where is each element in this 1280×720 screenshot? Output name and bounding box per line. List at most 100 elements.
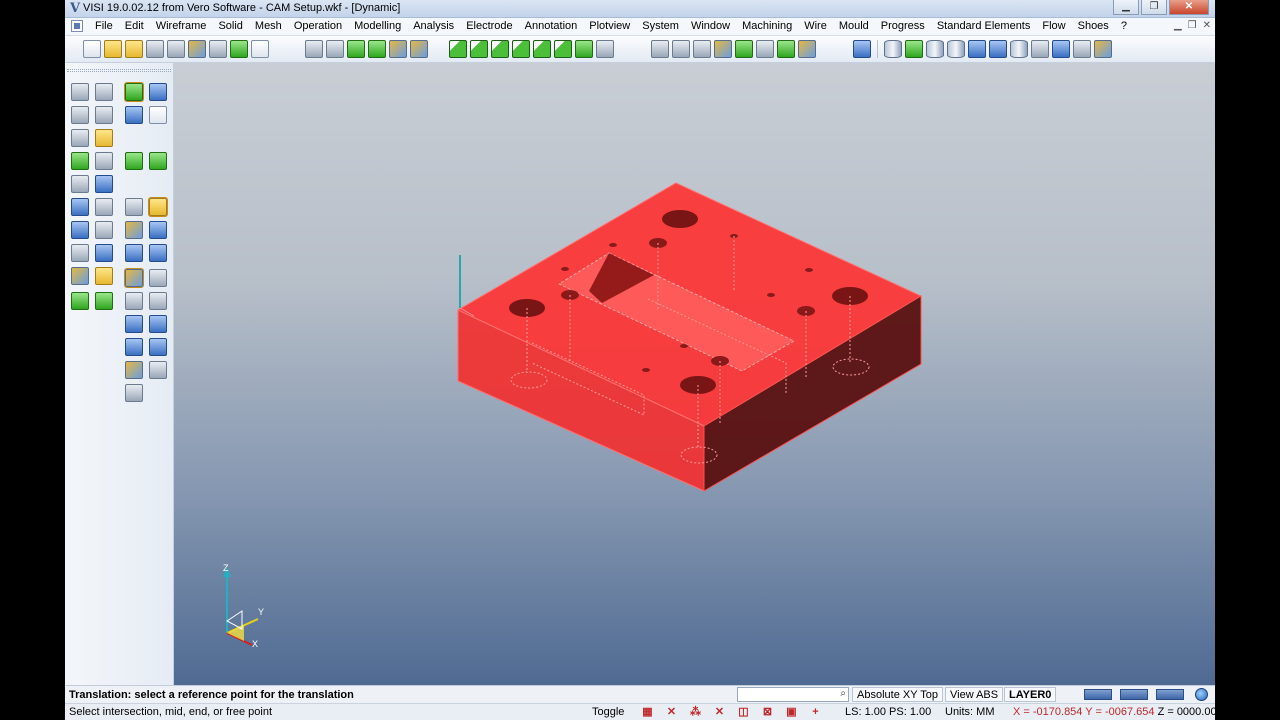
end-point-icon[interactable] <box>149 292 167 310</box>
menu-machining[interactable]: Machining <box>736 20 798 32</box>
doc-minimize-button[interactable]: ▁ <box>1174 20 1182 31</box>
polar-point-icon[interactable] <box>125 338 143 356</box>
graphics-viewport[interactable]: Z Y X <box>174 63 1215 685</box>
menu-edit[interactable]: Edit <box>119 20 150 32</box>
menu-wireframe[interactable]: Wireframe <box>150 20 213 32</box>
tool-icon[interactable] <box>1073 40 1091 58</box>
cylinder-icon[interactable] <box>884 40 902 58</box>
menu-electrode[interactable]: Electrode <box>460 20 518 32</box>
center-point-icon[interactable] <box>125 315 143 333</box>
cube-front-icon[interactable] <box>470 40 488 58</box>
circle-point-icon[interactable] <box>124 268 144 288</box>
menu-solid[interactable]: Solid <box>212 20 248 32</box>
cylinder-blue-icon[interactable] <box>968 40 986 58</box>
viewport-icon[interactable] <box>251 40 269 58</box>
menu-help[interactable]: ? <box>1115 20 1133 32</box>
refresh-icon[interactable] <box>853 40 871 58</box>
menu-flow[interactable]: Flow <box>1036 20 1071 32</box>
surface-icon[interactable] <box>95 175 113 193</box>
menu-plotview[interactable]: Plotview <box>583 20 636 32</box>
wireframe-icon[interactable] <box>305 40 323 58</box>
globe-icon[interactable] <box>1195 688 1208 701</box>
rotate-entity-icon[interactable] <box>125 106 143 124</box>
edit-icon[interactable] <box>71 152 89 170</box>
restore-button[interactable]: ❐ <box>1141 0 1167 15</box>
grid-icon[interactable] <box>1094 40 1112 58</box>
colour-swatch-3[interactable] <box>1156 689 1184 700</box>
mould-icon[interactable] <box>693 40 711 58</box>
refresh-view-icon[interactable] <box>71 198 89 216</box>
redo-icon[interactable] <box>149 83 167 101</box>
snap-link-icon[interactable]: ⁂ <box>689 706 702 718</box>
progress-icon[interactable] <box>777 40 795 58</box>
command-input[interactable]: ⌕ <box>737 687 849 702</box>
mid-point-icon[interactable] <box>125 292 143 310</box>
cylinder-icon[interactable] <box>947 40 965 58</box>
translate-icon[interactable] <box>124 82 144 102</box>
render-icon[interactable] <box>410 40 428 58</box>
view-abs-field[interactable]: View ABS <box>945 687 1004 702</box>
layers-icon[interactable] <box>71 267 89 285</box>
transform-icon[interactable] <box>347 40 365 58</box>
snap-x-icon[interactable]: ✕ <box>665 706 678 718</box>
menu-window[interactable]: Window <box>685 20 736 32</box>
snap-cube-icon[interactable]: ◫ <box>737 706 750 718</box>
measure-icon[interactable] <box>95 221 113 239</box>
quadrant-point-icon[interactable] <box>149 361 167 379</box>
mirror-icon[interactable] <box>125 221 143 239</box>
shaded-icon[interactable] <box>326 40 344 58</box>
scale-icon[interactable] <box>125 244 143 262</box>
attributes-icon[interactable] <box>71 175 89 193</box>
trash-icon[interactable] <box>71 244 89 262</box>
modify-icon[interactable] <box>95 106 113 124</box>
free-point-icon[interactable] <box>149 315 167 333</box>
pattern-icon[interactable] <box>125 198 143 216</box>
cylinder-blue-icon[interactable] <box>989 40 1007 58</box>
search-icon[interactable]: ⌕ <box>840 688 846 699</box>
minimize-button[interactable]: ▁ <box>1113 0 1139 15</box>
menu-system[interactable]: System <box>636 20 685 32</box>
view-mode-field[interactable]: Absolute XY Top <box>852 687 943 702</box>
panel-grip[interactable] <box>67 69 171 72</box>
menu-shoes[interactable]: Shoes <box>1072 20 1115 32</box>
cube-iso-icon[interactable] <box>512 40 530 58</box>
tangent-point-icon[interactable] <box>125 384 143 402</box>
menu-mesh[interactable]: Mesh <box>249 20 288 32</box>
save-icon[interactable] <box>146 40 164 58</box>
snap-grid-icon[interactable]: ▦ <box>641 706 654 718</box>
menu-annotation[interactable]: Annotation <box>519 20 584 32</box>
document-menu-icon[interactable] <box>71 20 83 32</box>
flow-icon[interactable] <box>735 40 753 58</box>
filter-icon[interactable] <box>71 129 89 147</box>
spring-icon[interactable] <box>1031 40 1049 58</box>
cube-side-icon[interactable] <box>491 40 509 58</box>
undo-icon[interactable] <box>95 244 113 262</box>
menu-operation[interactable]: Operation <box>288 20 348 32</box>
colour-swatch-1[interactable] <box>1084 689 1112 700</box>
menu-progress[interactable]: Progress <box>875 20 931 32</box>
snap-plus-icon[interactable]: + <box>809 706 822 718</box>
cube-top-icon[interactable] <box>449 40 467 58</box>
note-icon[interactable] <box>95 129 113 147</box>
machining-icon[interactable] <box>651 40 669 58</box>
box-select-icon[interactable] <box>71 106 89 124</box>
snap-square-icon[interactable]: ▣ <box>785 706 798 718</box>
zoom-icon[interactable] <box>230 40 248 58</box>
perpendicular-point-icon[interactable] <box>149 338 167 356</box>
cut-icon[interactable] <box>95 83 113 101</box>
close-button[interactable]: ✕ <box>1169 0 1209 15</box>
forward-arrow-icon[interactable] <box>95 292 113 310</box>
open-recent-icon[interactable] <box>125 40 143 58</box>
cylinder-icon[interactable] <box>926 40 944 58</box>
rotate-icon[interactable] <box>368 40 386 58</box>
check-icon[interactable] <box>125 152 143 170</box>
print-icon[interactable] <box>167 40 185 58</box>
menu-modelling[interactable]: Modelling <box>348 20 407 32</box>
fit-icon[interactable] <box>596 40 614 58</box>
menu-analysis[interactable]: Analysis <box>407 20 460 32</box>
copy-icon[interactable] <box>149 106 167 124</box>
properties-icon[interactable] <box>149 152 167 170</box>
snap-cross-icon[interactable]: ✕ <box>713 706 726 718</box>
shoe-icon[interactable] <box>798 40 816 58</box>
import-icon[interactable] <box>188 40 206 58</box>
